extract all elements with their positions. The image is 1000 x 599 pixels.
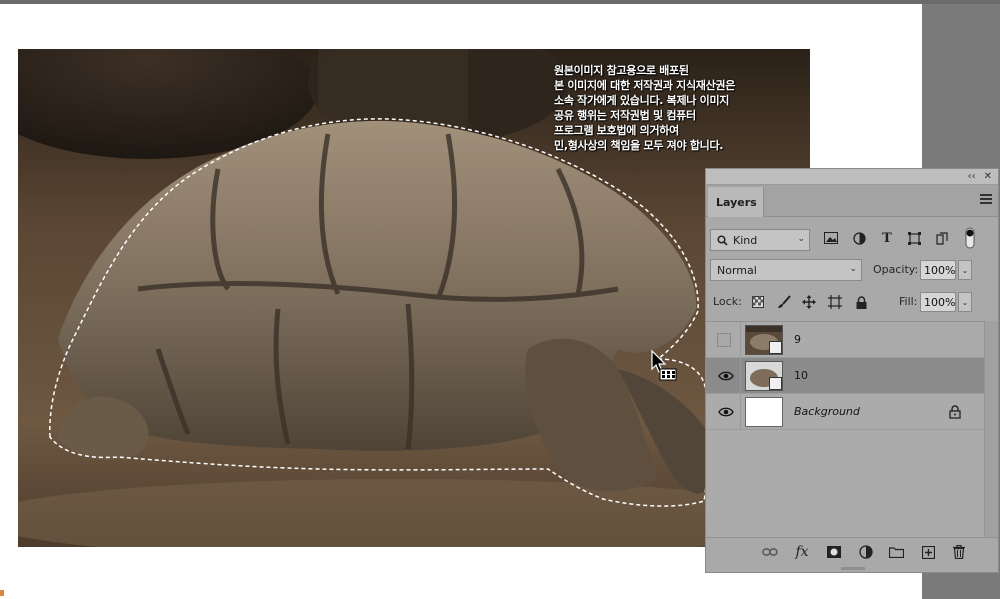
fill-input[interactable]: 100% — [920, 292, 956, 312]
lock-transparent-pixels-icon[interactable] — [750, 294, 766, 310]
layers-scrollbar[interactable] — [984, 321, 998, 537]
layer-name[interactable]: 9 — [794, 333, 801, 346]
new-layer-icon[interactable] — [920, 544, 936, 560]
smart-object-badge-icon — [769, 377, 782, 390]
layer-style-fx-icon[interactable]: fx — [794, 544, 810, 560]
layer-name[interactable]: Background — [794, 405, 860, 418]
visibility-toggle-off[interactable] — [717, 332, 731, 347]
search-icon — [717, 235, 728, 246]
fill-dropdown-button[interactable]: ⌄ — [958, 292, 972, 312]
layer-thumbnail[interactable] — [745, 397, 783, 427]
lock-image-pixels-brush-icon[interactable] — [776, 294, 792, 310]
layer-name[interactable]: 10 — [794, 369, 808, 382]
panel-tab-row: Layers — [706, 185, 998, 217]
panel-menu-icon[interactable] — [980, 194, 992, 206]
opacity-input[interactable]: 100% — [920, 260, 956, 280]
blend-mode-value: Normal — [717, 263, 757, 277]
layers-bottom-toolbar: fx — [706, 537, 998, 565]
layer-thumbnail[interactable] — [745, 325, 783, 355]
tortoise-photo[interactable]: 원본이미지 참고용으로 배포된 본 이미지에 대한 저작권과 지식재산권은 소속… — [18, 49, 810, 547]
chevron-down-icon: ⌄ — [797, 234, 805, 244]
collapse-panel-button[interactable]: ‹‹ — [968, 171, 976, 182]
layers-list: 9 10 Background — [706, 321, 998, 537]
opacity-label: Opacity: — [873, 263, 919, 276]
corner-mark — [0, 590, 4, 596]
filter-kind-dropdown[interactable]: Kind ⌄ — [710, 229, 810, 251]
divider — [740, 358, 741, 394]
layer-row-background[interactable]: Background — [706, 394, 998, 430]
adjustment-layer-filter-icon[interactable] — [851, 230, 867, 246]
lock-artboard-icon[interactable] — [827, 294, 843, 310]
eye-icon[interactable] — [718, 370, 734, 382]
add-mask-icon[interactable] — [826, 544, 842, 560]
divider — [740, 322, 741, 358]
tab-layers[interactable]: Layers — [708, 187, 764, 217]
type-layer-filter-icon[interactable]: T — [879, 230, 895, 246]
layers-panel[interactable]: ‹‹ ✕ Layers Kind ⌄ T Normal ⌄ Opacity: 1… — [705, 168, 999, 573]
divider — [740, 394, 741, 430]
blend-row: Normal ⌄ Opacity: 100% ⌄ — [706, 259, 998, 281]
layer-lock-icon — [949, 405, 961, 419]
copyright-watermark: 원본이미지 참고용으로 배포된 본 이미지에 대한 저작권과 지식재산권은 소속… — [554, 64, 736, 152]
shape-layer-filter-icon[interactable] — [906, 230, 922, 246]
panel-title-bar: ‹‹ ✕ — [706, 169, 998, 185]
lock-all-icon[interactable] — [853, 294, 869, 310]
layer-row-10[interactable]: 10 — [706, 358, 998, 394]
layer-thumbnail[interactable] — [745, 361, 783, 391]
close-panel-button[interactable]: ✕ — [984, 171, 992, 182]
smart-object-badge-icon — [769, 341, 782, 354]
layer-row-9[interactable]: 9 — [706, 322, 998, 358]
new-group-folder-icon[interactable] — [888, 544, 904, 560]
lock-label: Lock: — [713, 295, 742, 308]
delete-layer-trash-icon[interactable] — [951, 544, 967, 560]
smart-object-filter-icon[interactable] — [934, 230, 950, 246]
chevron-down-icon: ⌄ — [849, 264, 857, 274]
blend-mode-dropdown[interactable]: Normal ⌄ — [710, 259, 862, 281]
eye-icon[interactable] — [718, 406, 734, 418]
lock-row: Lock: Fill: 100% ⌄ — [706, 291, 998, 313]
lock-position-move-icon[interactable] — [801, 294, 817, 310]
new-adjustment-layer-icon[interactable] — [858, 544, 874, 560]
filter-kind-label: Kind — [733, 233, 758, 247]
move-layer-cursor-icon — [651, 349, 677, 381]
fill-label: Fill: — [899, 295, 918, 308]
filter-toggle-icon[interactable] — [962, 227, 978, 249]
filter-row: Kind ⌄ T — [706, 227, 998, 253]
pixel-layer-filter-icon[interactable] — [823, 230, 839, 246]
opacity-dropdown-button[interactable]: ⌄ — [958, 260, 972, 280]
link-layers-icon[interactable] — [762, 544, 778, 560]
panel-resize-grip[interactable] — [841, 567, 865, 570]
